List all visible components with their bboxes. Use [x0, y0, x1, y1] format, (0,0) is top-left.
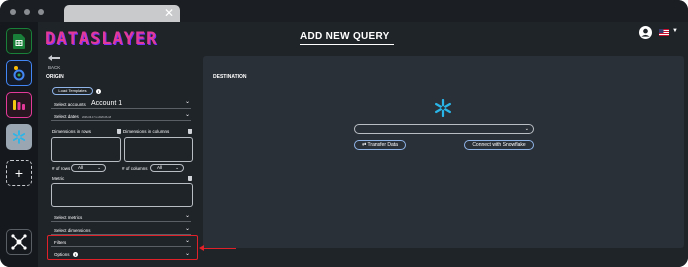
dimensions-columns-label: Dimensions in columns — [123, 129, 170, 134]
page-title: ADD NEW QUERY — [300, 31, 390, 42]
snowflake-icon — [12, 130, 26, 144]
metric-input[interactable] — [51, 183, 193, 207]
annotation-arrow-line — [201, 248, 236, 249]
trash-columns-icon[interactable] — [188, 129, 192, 134]
title-underline — [300, 44, 394, 45]
trash-rows-icon[interactable] — [117, 129, 121, 134]
sidebar-item-snowflake[interactable] — [6, 124, 32, 150]
destination-panel: DESTINATION ⌄ ⇄ Transfer Data Connect wi… — [203, 56, 684, 248]
num-columns-value: All — [157, 165, 163, 170]
num-columns-label: # of columns — [122, 166, 148, 171]
accounts-chevron-icon[interactable]: ⌄ — [185, 98, 190, 105]
add-icon: + — [14, 165, 24, 181]
window-minimize-dot[interactable] — [24, 9, 30, 15]
dimensions-rows-label: Dimensions in rows — [52, 129, 92, 134]
select-accounts-label: Select accounts — [54, 102, 86, 107]
account-value: Account 1 — [91, 100, 123, 107]
num-columns-chevron-icon: ⌄ — [175, 165, 179, 170]
window-close-dot[interactable] — [10, 9, 16, 15]
num-columns-select[interactable]: All ⌄ — [150, 164, 184, 172]
origin-heading: ORIGIN — [46, 74, 64, 80]
select-dimensions-label: Select dimensions — [54, 228, 91, 233]
language-caret-icon[interactable]: ▼ — [672, 28, 678, 34]
google-sheets-icon — [13, 33, 25, 49]
dimensions-columns-input[interactable] — [124, 137, 193, 162]
dimensions-chevron-icon[interactable]: ⌄ — [185, 225, 190, 232]
sidebar-item-power-bi[interactable] — [6, 92, 32, 118]
tab-close-icon[interactable]: ✕ — [164, 5, 174, 22]
trash-metric-icon[interactable] — [188, 176, 192, 181]
destination-chevron-icon: ⌄ — [524, 126, 529, 132]
load-templates-button[interactable]: Load Templates — [52, 87, 93, 95]
user-account-icon[interactable] — [639, 26, 652, 39]
load-templates-info-icon[interactable]: i — [96, 89, 101, 94]
num-rows-select[interactable]: All ⌄ — [71, 164, 106, 172]
us-flag-icon[interactable] — [659, 29, 669, 36]
looker-studio-icon — [13, 66, 25, 81]
sidebar: + — [0, 22, 38, 267]
back-label[interactable]: BACK — [48, 65, 60, 70]
sidebar-item-hub[interactable] — [6, 229, 32, 255]
transfer-data-button[interactable]: ⇄ Transfer Data — [354, 140, 406, 150]
snowflake-logo-icon — [434, 99, 452, 117]
dates-value: 2026-06-17 to 2026-06-18 — [82, 116, 112, 119]
select-dates-label: Select dates — [54, 114, 79, 119]
num-rows-label: # of rows — [52, 166, 71, 171]
app-window: ✕ + DATASLAYER ADD NEW QUERY ▼ BACK ORIG… — [0, 0, 688, 267]
select-metrics-label: Select metrics — [54, 215, 83, 220]
sidebar-item-google-sheets[interactable] — [6, 28, 32, 54]
dimensions-rows-input[interactable] — [51, 137, 121, 162]
destination-heading: DESTINATION — [213, 74, 247, 80]
destination-select[interactable]: ⌄ — [354, 124, 534, 134]
annotation-arrow-head — [199, 245, 204, 251]
filters-options-highlight — [47, 235, 198, 260]
num-rows-chevron-icon: ⌄ — [97, 165, 101, 170]
connect-snowflake-button[interactable]: Connect with Snowflake — [464, 140, 534, 150]
back-arrow-icon[interactable] — [48, 55, 60, 61]
browser-titlebar: ✕ — [0, 0, 688, 22]
main-content: DATASLAYER ADD NEW QUERY ▼ BACK ORIGIN L… — [38, 22, 688, 267]
dates-chevron-icon[interactable]: ⌄ — [185, 111, 190, 118]
network-hub-icon — [11, 234, 27, 250]
window-maximize-dot[interactable] — [38, 9, 44, 15]
power-bi-icon — [13, 100, 25, 110]
sidebar-item-looker-studio[interactable] — [6, 60, 32, 86]
sidebar-item-add[interactable]: + — [6, 160, 32, 186]
metric-label: Metric — [52, 176, 65, 181]
dataslayer-logo: DATASLAYER — [45, 29, 158, 49]
metrics-chevron-icon[interactable]: ⌄ — [185, 212, 190, 219]
browser-tab[interactable]: ✕ — [64, 5, 180, 22]
num-rows-value: All — [78, 165, 84, 170]
